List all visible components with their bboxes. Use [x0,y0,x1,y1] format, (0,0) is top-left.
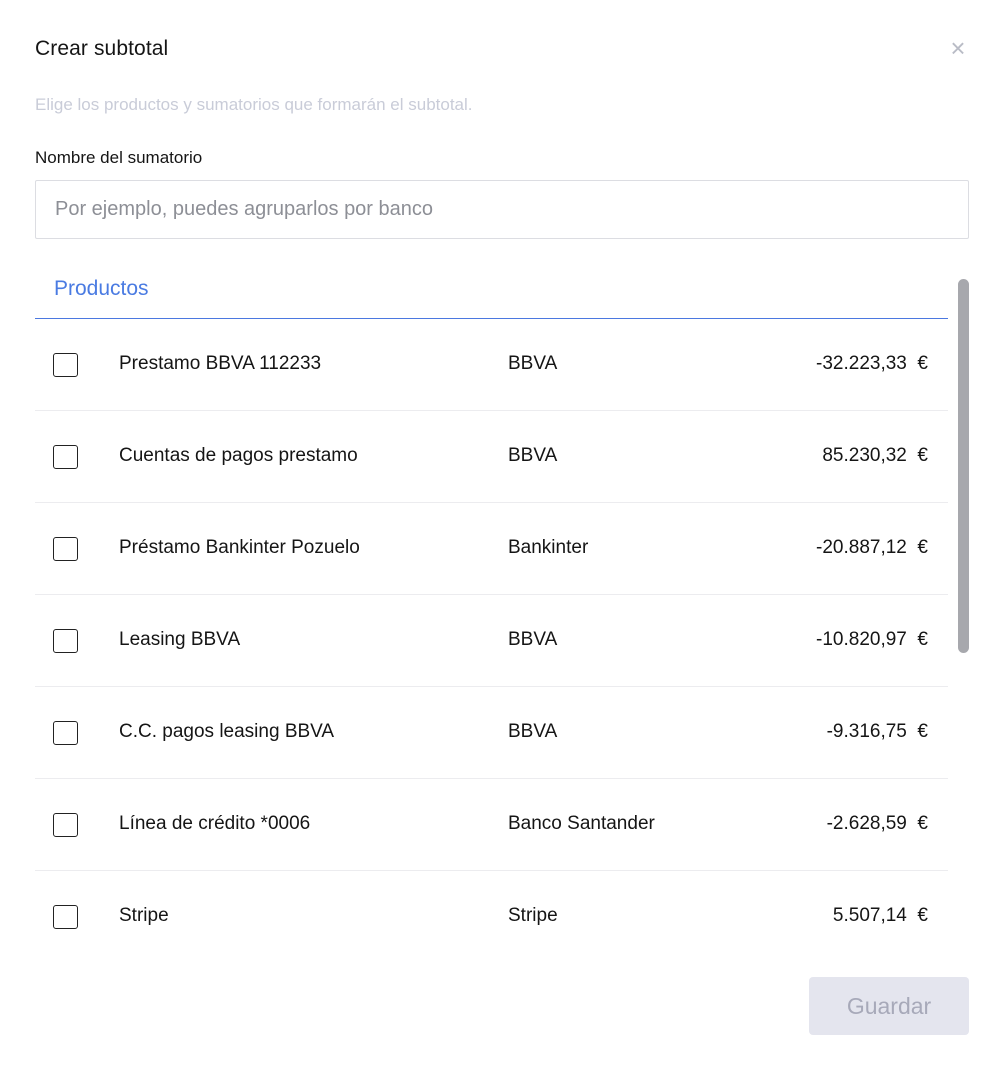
product-checkbox[interactable] [53,721,78,745]
product-amount: 5.507,14 € [832,905,928,926]
product-row[interactable]: Stripe Stripe 5.507,14 € [35,871,948,955]
product-amount: -9.316,75 € [826,721,928,742]
product-checkbox[interactable] [53,445,78,469]
create-subtotal-dialog: Crear subtotal × Elige los productos y s… [0,0,1004,1090]
product-row[interactable]: Prestamo BBVA 112233 BBVA -32.223,33 € [35,319,948,411]
product-bank: Bankinter [508,537,589,558]
product-name: Leasing BBVA [119,629,241,650]
product-row[interactable]: Línea de crédito *0006 Banco Santander -… [35,779,948,871]
product-row[interactable]: Leasing BBVA BBVA -10.820,97 € [35,595,948,687]
product-name: Línea de crédito *0006 [119,813,311,834]
dialog-subtitle: Elige los productos y sumatorios que for… [35,95,473,114]
name-input[interactable] [35,180,969,239]
product-checkbox[interactable] [53,905,78,929]
scrollbar-thumb[interactable] [958,279,969,653]
product-amount: -20.887,12 € [816,537,928,558]
close-icon[interactable]: × [944,34,972,62]
product-bank: BBVA [508,721,558,742]
scrollbar[interactable] [958,279,969,955]
tab-productos[interactable]: Productos [54,277,149,301]
product-row[interactable]: C.C. pagos leasing BBVA BBVA -9.316,75 € [35,687,948,779]
product-bank: BBVA [508,353,558,374]
product-amount: -10.820,97 € [816,629,928,650]
product-bank: BBVA [508,629,558,650]
name-field-label: Nombre del sumatorio [35,148,203,167]
product-checkbox[interactable] [53,537,78,561]
product-bank: Banco Santander [508,813,655,834]
product-name: Préstamo Bankinter Pozuelo [119,537,360,558]
product-name: Cuentas de pagos prestamo [119,445,358,466]
product-checkbox[interactable] [53,629,78,653]
product-checkbox[interactable] [53,813,78,837]
product-amount: -32.223,33 € [816,353,928,374]
product-name: Prestamo BBVA 112233 [119,353,322,374]
product-name: C.C. pagos leasing BBVA [119,721,335,742]
save-button[interactable]: Guardar [809,977,969,1035]
tab-bar: Productos [35,264,948,319]
product-row[interactable]: Préstamo Bankinter Pozuelo Bankinter -20… [35,503,948,595]
product-bank: Stripe [508,905,558,926]
product-bank: BBVA [508,445,558,466]
product-list: Prestamo BBVA 112233 BBVA -32.223,33 € C… [35,319,948,955]
product-name: Stripe [119,905,169,926]
product-amount: -2.628,59 € [826,813,928,834]
product-amount: 85.230,32 € [822,445,928,466]
dialog-title: Crear subtotal [35,37,169,60]
product-checkbox[interactable] [53,353,78,377]
product-row[interactable]: Cuentas de pagos prestamo BBVA 85.230,32… [35,411,948,503]
